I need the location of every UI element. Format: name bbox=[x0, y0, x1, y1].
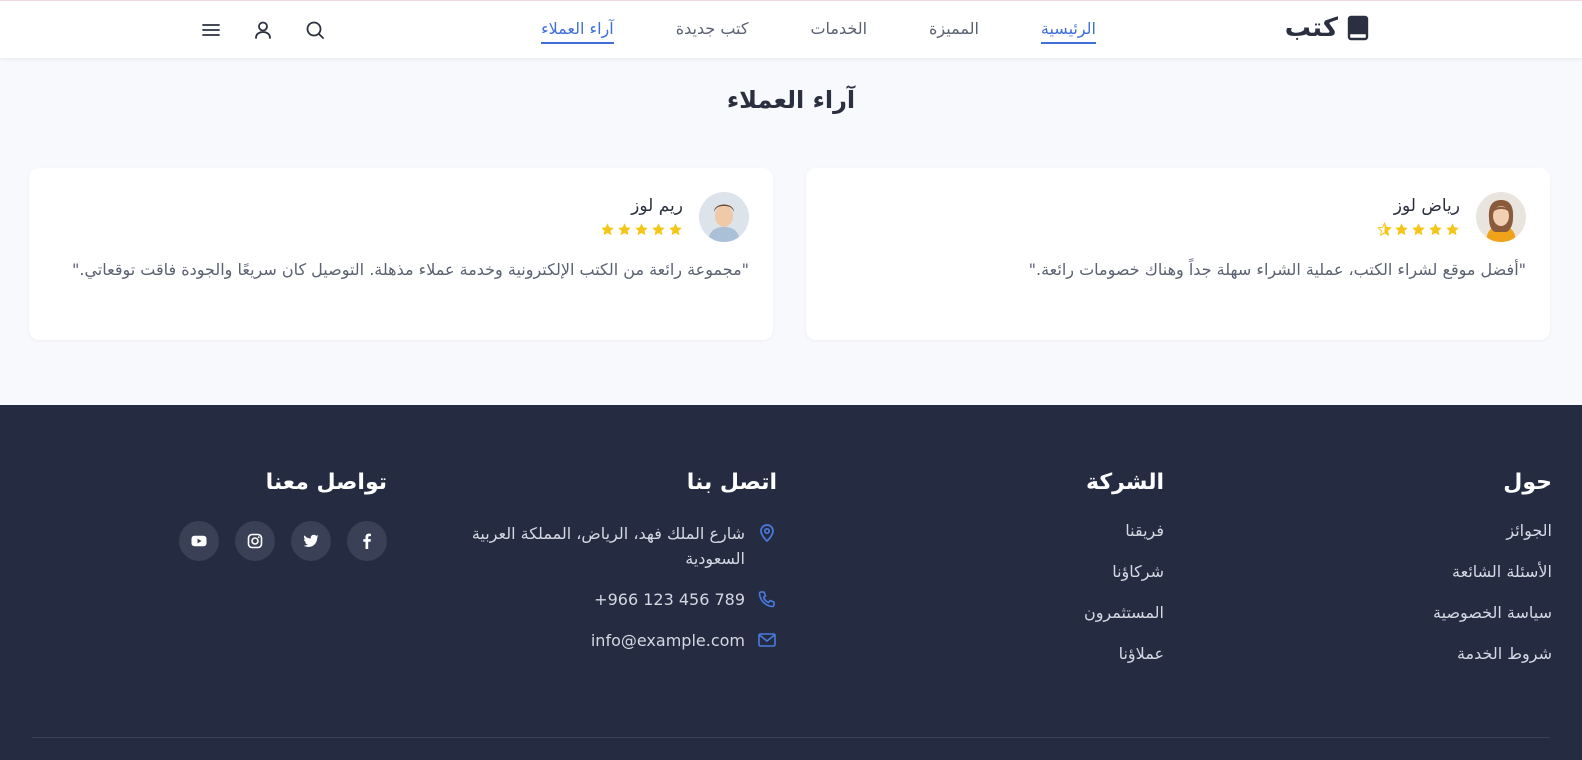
nav-reviews[interactable]: آراء العملاء bbox=[541, 19, 614, 44]
header-actions bbox=[200, 19, 326, 41]
footer-about: حول الجوائز الأسئلة الشائعة سياسة الخصوص… bbox=[1433, 470, 1552, 685]
footer-heading: حول bbox=[1503, 470, 1552, 495]
brand-logo[interactable]: كتب bbox=[1285, 13, 1370, 43]
main-nav: الرئيسية المميزة الخدمات كتب جديدة آراء … bbox=[541, 19, 1096, 44]
footer-company: الشركة فريقنا شركاؤنا المستثمرون عملاؤنا bbox=[1084, 470, 1164, 685]
contact-email[interactable]: info@example.com bbox=[432, 628, 777, 653]
address-text: شارع الملك فهد، الرياض، المملكة العربية … bbox=[471, 524, 745, 568]
facebook-icon[interactable] bbox=[347, 521, 387, 561]
youtube-icon[interactable] bbox=[179, 521, 219, 561]
star-icon bbox=[635, 223, 648, 236]
nav-services[interactable]: الخدمات bbox=[810, 19, 867, 44]
site-footer: حول الجوائز الأسئلة الشائعة سياسة الخصوص… bbox=[0, 405, 1582, 760]
footer-link[interactable]: المستثمرون bbox=[1084, 603, 1164, 644]
footer-contact: اتصل بنا شارع الملك فهد، الرياض، المملكة… bbox=[432, 470, 777, 669]
menu-icon[interactable] bbox=[200, 19, 222, 41]
star-icon bbox=[618, 223, 631, 236]
star-icon bbox=[1446, 223, 1459, 236]
nav-new-books[interactable]: كتب جديدة bbox=[676, 19, 749, 44]
footer-link[interactable]: سياسة الخصوصية bbox=[1433, 603, 1552, 644]
avatar bbox=[1476, 192, 1526, 242]
user-icon[interactable] bbox=[252, 19, 274, 41]
half-star-icon bbox=[1377, 222, 1392, 237]
twitter-icon[interactable] bbox=[291, 521, 331, 561]
review-text: "مجموعة رائعة من الكتب الإلكترونية وخدمة… bbox=[72, 260, 749, 279]
location-icon bbox=[760, 524, 774, 543]
phone-text: +966 123 456 789 bbox=[594, 590, 745, 609]
footer-heading: اتصل بنا bbox=[686, 470, 777, 495]
rating-stars bbox=[600, 222, 683, 237]
footer-heading: تواصل معنا bbox=[265, 470, 387, 495]
reviewer-name: رياض لوز bbox=[1393, 196, 1460, 216]
footer-link[interactable]: الجوائز bbox=[1433, 521, 1552, 562]
footer-link[interactable]: فريقنا bbox=[1084, 521, 1164, 562]
contact-phone[interactable]: +966 123 456 789 bbox=[432, 587, 777, 612]
nav-featured[interactable]: المميزة bbox=[929, 19, 979, 44]
star-icon bbox=[1412, 223, 1425, 236]
section-title: آراء العملاء bbox=[726, 86, 856, 114]
footer-link[interactable]: شروط الخدمة bbox=[1433, 644, 1552, 685]
footer-divider bbox=[32, 737, 1550, 738]
star-icon bbox=[601, 223, 614, 236]
contact-address: شارع الملك فهد، الرياض، المملكة العربية … bbox=[432, 521, 777, 571]
star-icon bbox=[652, 223, 665, 236]
phone-icon bbox=[758, 591, 775, 608]
review-text: "أفضل موقع لشراء الكتب، عملية الشراء سهل… bbox=[1028, 260, 1526, 279]
avatar bbox=[699, 192, 749, 242]
book-icon bbox=[1347, 15, 1369, 41]
star-icon bbox=[1429, 223, 1442, 236]
search-icon[interactable] bbox=[304, 19, 326, 41]
footer-link[interactable]: الأسئلة الشائعة bbox=[1433, 562, 1552, 603]
footer-social: تواصل معنا bbox=[167, 470, 387, 561]
email-text: info@example.com bbox=[590, 631, 745, 650]
footer-link[interactable]: عملاؤنا bbox=[1084, 644, 1164, 685]
brand-name: كتب bbox=[1284, 13, 1338, 43]
star-icon bbox=[1395, 223, 1408, 236]
star-icon bbox=[669, 223, 682, 236]
testimonial-card: رياض لوز "أفضل موقع لشراء الكتب، عملية ا… bbox=[806, 168, 1550, 340]
testimonial-card: ريم لوز "مجموعة رائعة من الكتب الإلكترون… bbox=[29, 168, 773, 340]
nav-home[interactable]: الرئيسية bbox=[1040, 19, 1096, 44]
instagram-icon[interactable] bbox=[235, 521, 275, 561]
reviewer-name: ريم لوز bbox=[631, 196, 683, 216]
rating-stars bbox=[1377, 222, 1460, 237]
site-header: كتب الرئيسية المميزة الخدمات كتب جديدة آ… bbox=[0, 0, 1582, 58]
footer-heading: الشركة bbox=[1085, 470, 1164, 495]
mail-icon bbox=[758, 633, 776, 647]
footer-link[interactable]: شركاؤنا bbox=[1084, 562, 1164, 603]
